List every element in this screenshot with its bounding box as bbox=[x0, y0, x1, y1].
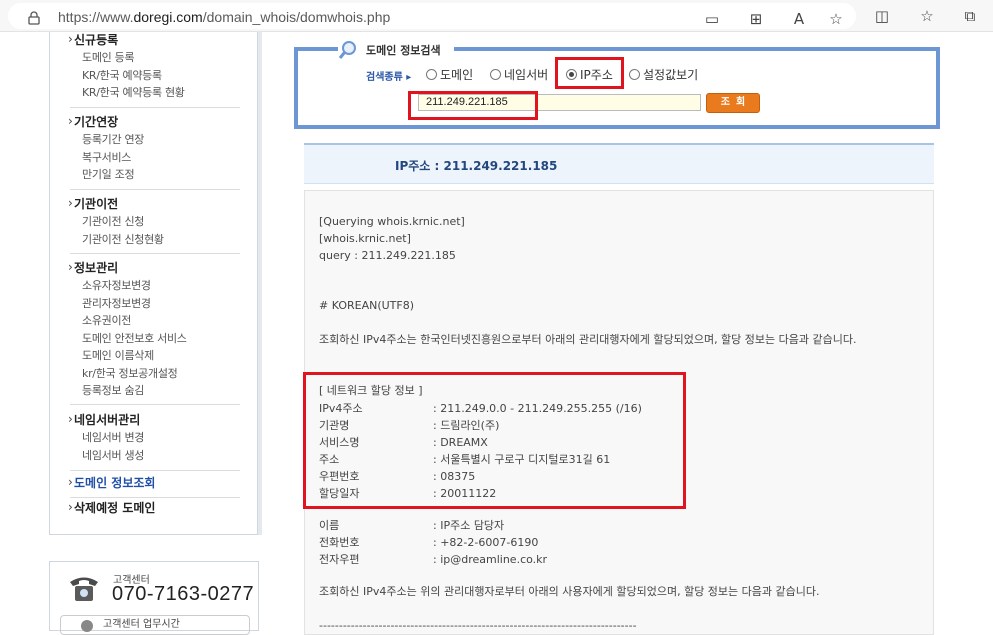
lock-icon[interactable] bbox=[28, 11, 40, 25]
clock-icon bbox=[81, 620, 93, 632]
key: 전자우편 bbox=[319, 553, 360, 566]
url-text[interactable]: https://www.doregi.com/domain_whois/domw… bbox=[58, 9, 390, 25]
browser-toolbar: https://www.doregi.com/domain_whois/domw… bbox=[0, 0, 993, 32]
menu-title[interactable]: 기관이전 bbox=[68, 195, 240, 213]
menu-section-new-registration: 신규등록 도메인 등록 KR/한국 예약등록 KR/한국 예약등록 현황 bbox=[68, 31, 240, 108]
radio-dot[interactable] bbox=[490, 69, 501, 80]
radio-label: 설정값보기 bbox=[643, 68, 699, 82]
menu-item[interactable]: 기관이전 신청현황 bbox=[70, 231, 240, 249]
menu-item[interactable]: 기관이전 신청 bbox=[70, 213, 240, 231]
whois-line: # KOREAN(UTF8) bbox=[319, 299, 415, 312]
menu-title[interactable]: 삭제예정 도메인 bbox=[68, 499, 240, 517]
menu-title-active[interactable]: 도메인 정보조회 bbox=[68, 474, 240, 492]
contact-info-row: 전화번호 : +82-2-6007-6190 bbox=[319, 534, 538, 550]
whois-line: [whois.krnic.net] bbox=[319, 232, 411, 245]
menu-section-transfer: 기관이전 기관이전 신청 기관이전 신청현황 bbox=[68, 195, 240, 254]
menu-item[interactable]: 소유권이전 bbox=[70, 312, 240, 330]
menu-item[interactable]: 관리자정보변경 bbox=[70, 295, 240, 313]
result-header: IP주소 : 211.249.221.185 bbox=[304, 143, 934, 184]
search-panel-title: 도메인 정보검색 bbox=[366, 44, 441, 57]
search-panel-header: 도메인 정보검색 bbox=[338, 38, 454, 60]
device-icon[interactable]: ▭ bbox=[702, 9, 722, 29]
menu-item[interactable]: 복구서비스 bbox=[70, 149, 240, 167]
favorite-star-icon[interactable]: ☆ bbox=[826, 9, 846, 29]
collections-icon[interactable]: ⧉ bbox=[960, 6, 980, 26]
highlight-ip-input bbox=[408, 91, 538, 120]
whois-paragraph: 조회하신 IPv4주소는 한국인터넷진흥원으로부터 아래의 관리대행자에게 할당… bbox=[319, 333, 857, 346]
menu-item[interactable]: 도메인 안전보호 서비스 bbox=[70, 330, 240, 348]
divider-line: ----------------------------------------… bbox=[319, 619, 637, 632]
highlight-ip-option bbox=[555, 57, 624, 89]
menu-section-info-management: 정보관리 소유자정보변경 관리자정보변경 소유권이전 도메인 안전보호 서비스 … bbox=[68, 259, 240, 405]
menu-item[interactable]: KR/한국 예약등록 bbox=[70, 67, 240, 85]
menu-section-domain-lookup: 도메인 정보조회 bbox=[68, 474, 240, 498]
menu-item[interactable]: 네임서버 변경 bbox=[70, 429, 240, 447]
menu-item[interactable]: 등록정보 숨김 bbox=[70, 382, 240, 400]
result-heading: IP주소 : 211.249.221.185 bbox=[395, 159, 558, 173]
search-type-label: 검색종류 ▸ bbox=[366, 72, 412, 83]
menu-title[interactable]: 정보관리 bbox=[68, 259, 240, 277]
magnifier-icon bbox=[338, 41, 356, 59]
customer-center-box: 고객센터 070-7163-0277 고객센터 업무시간 bbox=[49, 561, 259, 635]
value: : +82-2-6007-6190 bbox=[433, 536, 539, 549]
radio-settings[interactable]: 설정값보기 bbox=[629, 66, 698, 83]
menu-item[interactable]: 네임서버 생성 bbox=[70, 447, 240, 465]
split-screen-icon[interactable]: ◫ bbox=[872, 6, 892, 26]
menu-section-pending-deletion: 삭제예정 도메인 bbox=[68, 499, 240, 522]
radio-label: 도메인 bbox=[440, 68, 474, 82]
left-menu: 신규등록 도메인 등록 KR/한국 예약등록 KR/한국 예약등록 현황 기간연… bbox=[49, 31, 262, 535]
menu-item[interactable]: KR/한국 예약등록 현황 bbox=[70, 84, 240, 102]
menu-item[interactable]: 만기일 조정 bbox=[70, 166, 240, 184]
menu-title[interactable]: 기간연장 bbox=[68, 113, 240, 131]
address-bar[interactable]: https://www.doregi.com/domain_whois/domw… bbox=[8, 3, 856, 29]
highlight-network-info bbox=[303, 372, 686, 509]
customer-center-phone: 070-7163-0277 bbox=[112, 583, 255, 605]
read-aloud-icon[interactable]: A bbox=[789, 9, 809, 29]
value: : ip@dreamline.co.kr bbox=[433, 553, 548, 566]
menu-item[interactable]: 등록기간 연장 bbox=[70, 131, 240, 149]
key: 전화번호 bbox=[319, 536, 360, 549]
value: : IP주소 담당자 bbox=[433, 519, 505, 532]
menu-section-nameserver: 네임서버관리 네임서버 변경 네임서버 생성 bbox=[68, 411, 240, 471]
radio-dot[interactable] bbox=[629, 69, 640, 80]
menu-section-renewal: 기간연장 등록기간 연장 복구서비스 만기일 조정 bbox=[68, 113, 240, 190]
telephone-icon bbox=[70, 577, 98, 601]
radio-label: 네임서버 bbox=[504, 68, 549, 82]
menu-item[interactable]: 소유자정보변경 bbox=[70, 277, 240, 295]
search-button[interactable]: 조회 bbox=[706, 93, 760, 113]
menu-item[interactable]: 도메인 이름삭제 bbox=[70, 347, 240, 365]
menu-item[interactable]: kr/한국 정보공개설정 bbox=[70, 365, 240, 383]
business-hours-box: 고객센터 업무시간 bbox=[60, 615, 250, 635]
menu-title[interactable]: 신규등록 bbox=[68, 31, 240, 49]
apps-icon[interactable]: ⊞ bbox=[746, 9, 766, 29]
whois-line: query : 211.249.221.185 bbox=[319, 249, 456, 262]
whois-line: [Querying whois.krnic.net] bbox=[319, 215, 465, 228]
radio-nameserver[interactable]: 네임서버 bbox=[490, 66, 548, 83]
menu-item[interactable]: 도메인 등록 bbox=[70, 49, 240, 67]
contact-info-row: 이름 : IP주소 담당자 bbox=[319, 517, 504, 533]
contact-info-row: 전자우편 : ip@dreamline.co.kr bbox=[319, 551, 547, 567]
favorites-icon[interactable]: ☆ bbox=[917, 6, 937, 26]
radio-domain[interactable]: 도메인 bbox=[426, 66, 473, 83]
whois-paragraph: 조회하신 IPv4주소는 위의 관리대행자로부터 아래의 사용자에게 할당되었으… bbox=[319, 585, 820, 598]
key: 이름 bbox=[319, 519, 340, 532]
radio-dot[interactable] bbox=[426, 69, 437, 80]
business-hours-label: 고객센터 업무시간 bbox=[103, 619, 180, 630]
menu-title[interactable]: 네임서버관리 bbox=[68, 411, 240, 429]
